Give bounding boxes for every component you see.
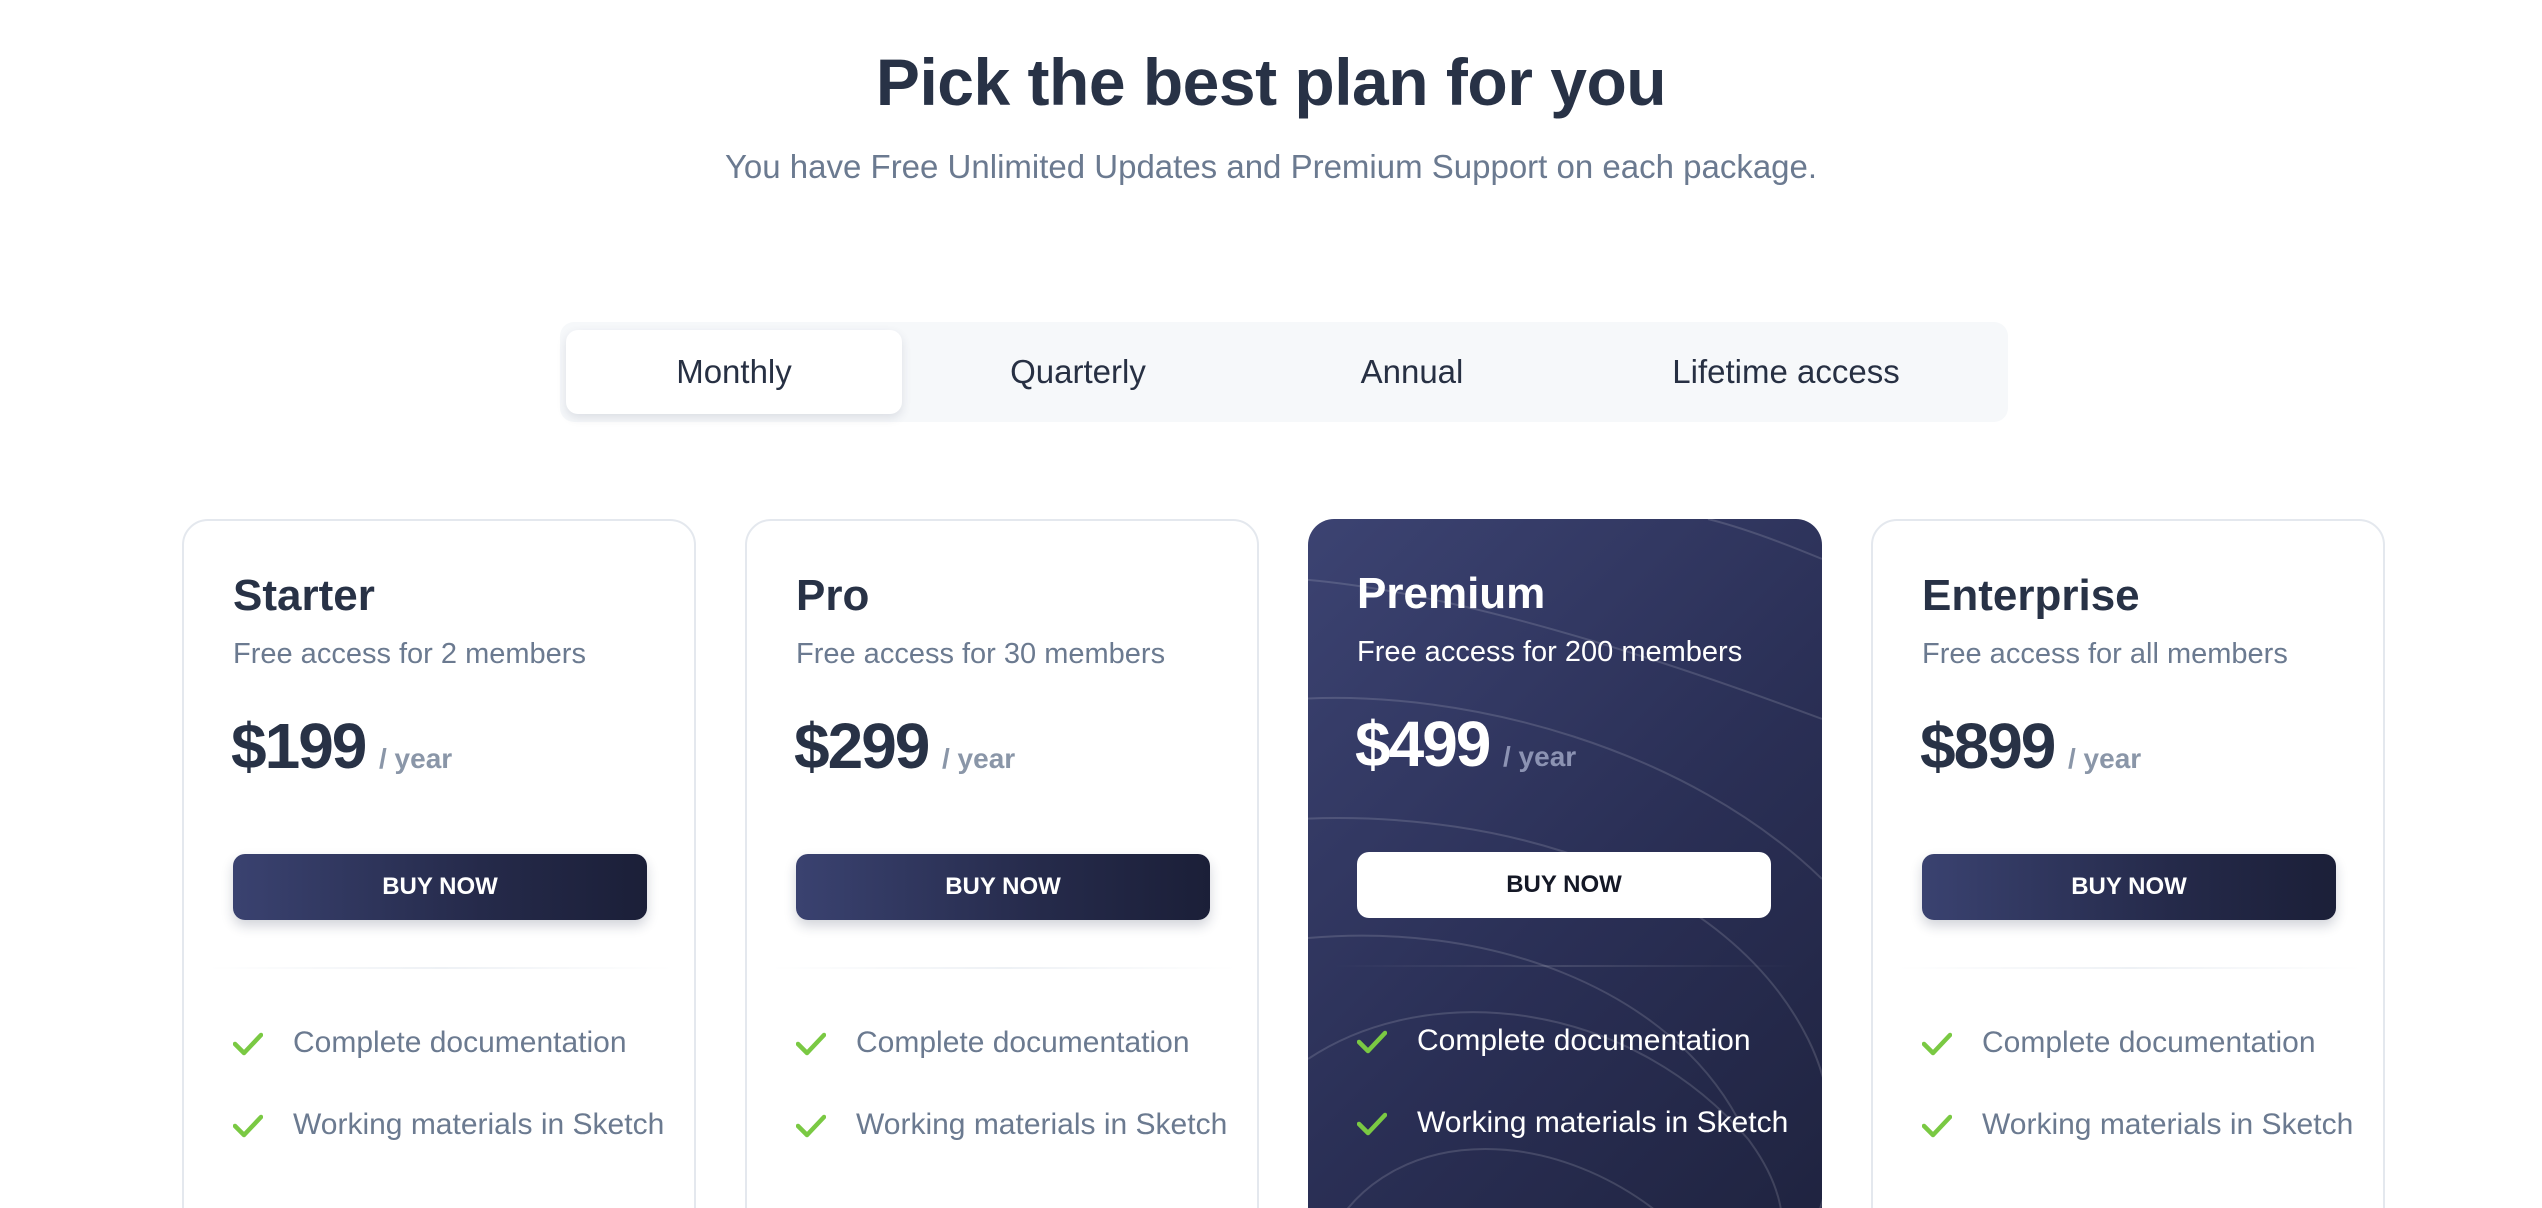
plan-period: / year [1503, 741, 1577, 772]
buy-now-button[interactable]: BUY NOW [796, 854, 1210, 920]
buy-now-button[interactable]: BUY NOW [1357, 852, 1771, 918]
plan-name: Starter [233, 571, 375, 620]
check-icon [233, 1114, 263, 1138]
divider [208, 967, 674, 969]
plan-price: $299 [794, 710, 930, 782]
feature-label: Working materials in Sketch [856, 1108, 1228, 1141]
divider [771, 967, 1237, 969]
plan-description: Free access for 2 members [233, 638, 586, 670]
check-icon [796, 1114, 826, 1138]
plan-name: Premium [1357, 569, 1546, 618]
check-icon [1357, 1030, 1387, 1054]
plan-description: Free access for 200 members [1357, 636, 1743, 668]
plan-period: / year [2068, 743, 2142, 774]
plan-card-starter: Starter Free access for 2 members $199 /… [182, 519, 696, 1208]
plan-name: Enterprise [1922, 571, 2140, 620]
tab-annual[interactable]: Annual [1254, 330, 1570, 414]
buy-now-button[interactable]: BUY NOW [233, 854, 647, 920]
plan-name: Pro [796, 571, 870, 620]
check-icon [233, 1032, 263, 1056]
feature-label: Working materials in Sketch [1417, 1106, 1789, 1139]
plan-card-enterprise: Enterprise Free access for all members $… [1871, 519, 2385, 1208]
plan-price: $499 [1355, 708, 1491, 780]
feature-item: Complete documentation [1922, 1018, 2362, 1068]
plan-period: / year [942, 743, 1016, 774]
buy-now-button[interactable]: BUY NOW [1922, 854, 2336, 920]
check-icon [1357, 1112, 1387, 1136]
tab-monthly[interactable]: Monthly [566, 330, 902, 414]
page-subtitle: You have Free Unlimited Updates and Prem… [724, 148, 1818, 185]
divider [1897, 967, 2363, 969]
feature-item: Working materials in Sketch [796, 1100, 1236, 1150]
feature-item: Complete documentation [796, 1018, 1236, 1068]
pricing-page: Pick the best plan for you You have Free… [0, 0, 2542, 1208]
page-title: Pick the best plan for you [875, 45, 1667, 119]
check-icon [1922, 1032, 1952, 1056]
feature-label: Complete documentation [1982, 1026, 2316, 1059]
plan-card-premium: Premium Free access for 200 members $499… [1308, 519, 1822, 1208]
divider [1332, 965, 1798, 967]
plan-price: $899 [1920, 710, 2056, 782]
feature-label: Working materials in Sketch [1982, 1108, 2354, 1141]
feature-item: Complete documentation [1357, 1016, 1797, 1066]
plan-price: $199 [231, 710, 367, 782]
plan-card-pro: Pro Free access for 30 members $299 / ye… [745, 519, 1259, 1208]
check-icon [1922, 1114, 1952, 1138]
tab-lifetime-access[interactable]: Lifetime access [1570, 330, 2002, 414]
check-icon [796, 1032, 826, 1056]
plan-description: Free access for 30 members [796, 638, 1166, 670]
feature-label: Working materials in Sketch [293, 1108, 665, 1141]
feature-label: Complete documentation [1417, 1024, 1751, 1057]
feature-item: Working materials in Sketch [1357, 1098, 1797, 1148]
feature-label: Complete documentation [293, 1026, 627, 1059]
feature-item: Complete documentation [233, 1018, 673, 1068]
feature-item: Working materials in Sketch [233, 1100, 673, 1150]
feature-item: Working materials in Sketch [1922, 1100, 2362, 1150]
feature-label: Complete documentation [856, 1026, 1190, 1059]
tab-quarterly[interactable]: Quarterly [902, 330, 1254, 414]
plan-period: / year [379, 743, 453, 774]
billing-period-tabs: Monthly Quarterly Annual Lifetime access [560, 322, 2008, 422]
plan-description: Free access for all members [1922, 638, 2288, 670]
